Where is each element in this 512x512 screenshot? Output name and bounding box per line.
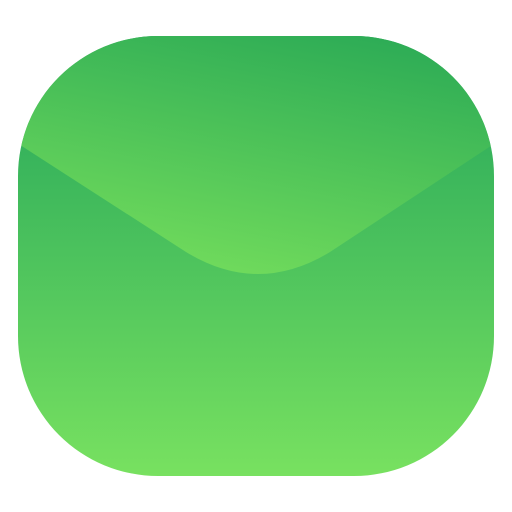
mail-envelope-icon	[18, 36, 494, 476]
app-icon-canvas	[0, 0, 512, 512]
